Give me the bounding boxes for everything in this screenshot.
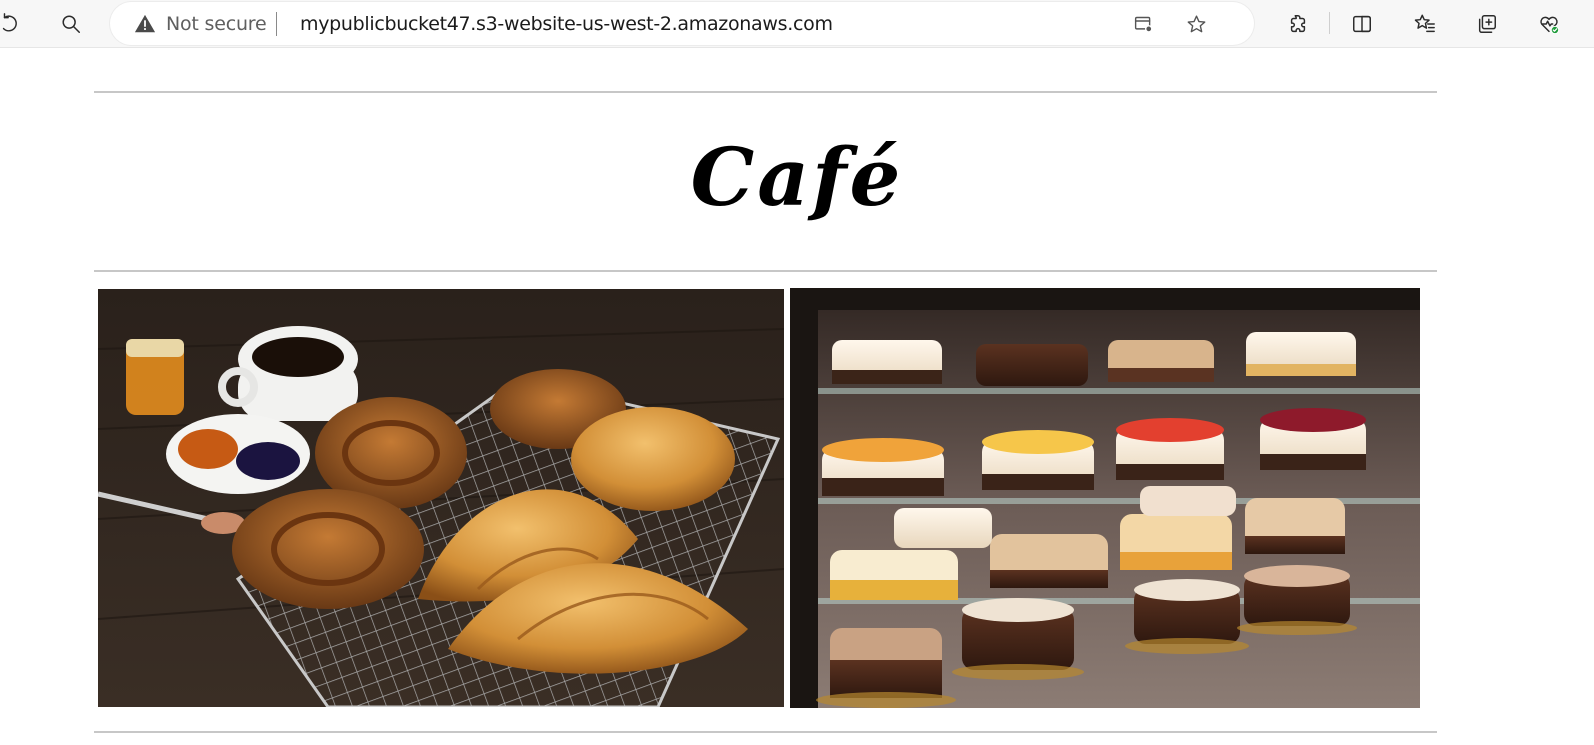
app-available-icon[interactable] bbox=[1127, 8, 1159, 40]
search-icon[interactable] bbox=[55, 8, 87, 40]
warning-icon[interactable] bbox=[134, 13, 156, 35]
pastries-photo bbox=[98, 289, 784, 707]
address-divider bbox=[276, 12, 277, 36]
favorites-icon[interactable] bbox=[1409, 8, 1441, 40]
page-title: Café bbox=[690, 130, 904, 224]
collections-icon[interactable] bbox=[1471, 8, 1503, 40]
url-text[interactable]: mypublicbucket47.s3-website-us-west-2.am… bbox=[300, 13, 833, 35]
horizontal-rule-bottom bbox=[94, 731, 1437, 733]
browser-essentials-icon[interactable] bbox=[1533, 8, 1565, 40]
security-status-label[interactable]: Not secure bbox=[166, 13, 267, 35]
horizontal-rule-middle bbox=[94, 270, 1437, 272]
extensions-icon[interactable] bbox=[1282, 8, 1314, 40]
browser-toolbar: Not secure mypublicbucket47.s3-website-u… bbox=[0, 0, 1594, 48]
split-screen-icon[interactable] bbox=[1346, 8, 1378, 40]
address-bar[interactable]: Not secure mypublicbucket47.s3-website-u… bbox=[110, 2, 1254, 45]
cakes-photo bbox=[790, 288, 1420, 708]
refresh-icon[interactable] bbox=[0, 8, 26, 40]
favorite-star-icon[interactable] bbox=[1180, 8, 1212, 40]
horizontal-rule-top bbox=[94, 91, 1437, 93]
toolbar-separator bbox=[1329, 12, 1330, 34]
